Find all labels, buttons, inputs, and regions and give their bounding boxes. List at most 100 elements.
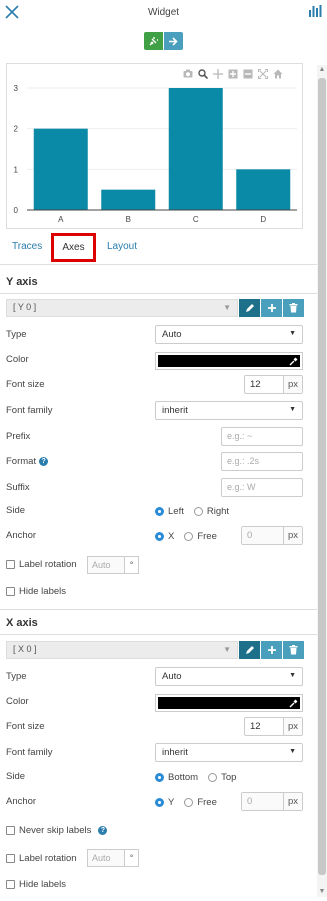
x-axis-selector[interactable]: [ X 0 ] ▼ [6,641,238,659]
y-side-label: Side [6,505,26,516]
x-anchor-y-label[interactable]: Y [168,797,174,808]
tab-divider [0,264,317,265]
bar [236,169,291,210]
x-side-top-radio[interactable] [208,773,218,782]
y-prefix-label: Prefix [6,431,31,442]
y-rotation-input[interactable]: Auto ° [87,556,139,574]
zoom-icon[interactable] [197,68,208,79]
autoscale-icon[interactable] [257,68,268,79]
x-anchor-free-label[interactable]: Free [197,797,217,808]
y-label-rotation-label[interactable]: Label rotation [19,559,77,570]
y-label-rotation-checkbox[interactable] [6,560,15,569]
y-suffix-label: Suffix [6,482,30,493]
add-x-axis-button[interactable] [261,641,282,659]
y-rotation-unit: ° [124,557,138,573]
bar-chart: 0 1 2 3 A B C D [14,84,297,224]
arrow-right-icon[interactable] [164,32,183,50]
help-icon[interactable]: ? [39,456,49,466]
y-anchor-x-label[interactable]: X [168,531,174,542]
eyedropper-icon [289,357,298,366]
y-suffix-input[interactable]: e.g.: W [221,478,303,497]
y-tick-label: 1 [14,165,19,174]
y-tick-label: 0 [14,206,19,215]
y-anchor-label: Anchor [6,530,37,541]
y-hide-labels-checkbox[interactable] [6,587,15,596]
plus-icon [267,646,276,654]
zoom-in-icon[interactable] [227,68,238,79]
help-icon[interactable]: ? [98,826,108,835]
y-anchor-free-radio[interactable] [184,532,194,541]
edit-x-axis-button[interactable] [239,641,260,659]
x-font-size-input[interactable]: 12 px [244,717,303,736]
home-icon[interactable] [272,68,283,79]
y-format-input[interactable]: e.g.: .2s [221,452,303,471]
x-type-value: Auto [162,671,182,682]
y-label-rotation-row: Label rotation [6,559,77,570]
x-axis-selector-value: [ X 0 ] [13,644,37,654]
x-tick-label: B [126,215,131,224]
y-font-family-value: inherit [162,405,188,416]
tab-traces[interactable]: Traces [12,241,42,252]
x-font-family-select[interactable]: inherit ▼ [155,743,303,762]
tab-axes[interactable]: Axes [51,233,96,262]
add-y-axis-button[interactable] [261,299,282,317]
x-label-rotation-label[interactable]: Label rotation [19,853,77,864]
x-anchor-options: Y Free [155,797,217,808]
trash-icon [289,645,298,655]
x-rotation-input[interactable]: Auto ° [87,849,139,867]
x-color-picker[interactable] [155,694,303,712]
y-side-left-label[interactable]: Left [168,506,184,517]
y-anchor-x-radio[interactable] [155,532,164,541]
y-side-right-label[interactable]: Right [207,506,229,517]
y-font-size-input[interactable]: 12 px [244,375,303,394]
y-font-family-select[interactable]: inherit ▼ [155,401,303,420]
x-anchor-free-value: 0 [242,793,283,810]
x-never-skip-checkbox[interactable] [6,826,15,835]
x-never-skip-label[interactable]: Never skip labels [19,825,91,836]
x-side-bottom-radio[interactable] [155,773,164,782]
x-type-select[interactable]: Auto ▼ [155,667,303,686]
y-hide-labels-label[interactable]: Hide labels [19,586,66,597]
x-side-label: Side [6,771,26,782]
scroll-down-icon[interactable]: ▼ [317,887,327,897]
y-anchor-free-label[interactable]: Free [197,531,217,542]
x-anchor-free-radio[interactable] [184,798,194,807]
x-anchor-y-radio[interactable] [155,798,164,807]
x-hide-labels-label[interactable]: Hide labels [19,879,66,890]
x-hide-labels-row: Hide labels [6,879,66,890]
y-prefix-input[interactable]: e.g.: ~ [221,427,303,446]
y-axis-selector[interactable]: [ Y 0 ] ▼ [6,299,238,317]
x-hide-labels-checkbox[interactable] [6,880,15,889]
x-font-family-label: Font family [6,747,53,758]
scroll-up-icon[interactable]: ▲ [317,65,327,75]
edit-y-axis-button[interactable] [239,299,260,317]
plug-icon[interactable] [144,32,163,50]
x-side-top-label[interactable]: Top [221,772,236,783]
chart-preview: 0 1 2 3 A B C D [6,63,303,229]
tab-layout[interactable]: Layout [107,241,137,252]
scrollbar-thumb[interactable] [318,78,326,875]
section-divider [0,609,317,610]
y-side-right-radio[interactable] [193,507,203,516]
pencil-icon [245,646,254,654]
x-anchor-free-input[interactable]: 0 px [241,792,303,811]
delete-x-axis-button[interactable] [283,641,304,659]
y-color-picker[interactable] [155,352,303,370]
delete-y-axis-button[interactable] [283,299,304,317]
zoom-out-icon[interactable] [242,68,253,79]
eyedropper-icon [289,699,298,708]
y-side-left-radio[interactable] [155,507,164,516]
y-type-select[interactable]: Auto ▼ [155,325,303,344]
x-never-skip-row: Never skip labels ? [6,825,108,836]
pan-icon[interactable] [212,68,223,79]
x-axis-title: X axis [6,617,38,629]
x-side-options: Bottom Top [155,772,236,783]
y-anchor-free-input[interactable]: 0 px [241,526,303,545]
pencil-icon [245,304,254,312]
x-axis-divider [0,634,317,635]
mode-toggle-group [144,32,183,50]
x-label-rotation-checkbox[interactable] [6,854,15,863]
chart-menu-icon[interactable] [308,4,322,18]
camera-icon[interactable] [182,68,193,79]
x-side-bottom-label[interactable]: Bottom [168,772,198,783]
